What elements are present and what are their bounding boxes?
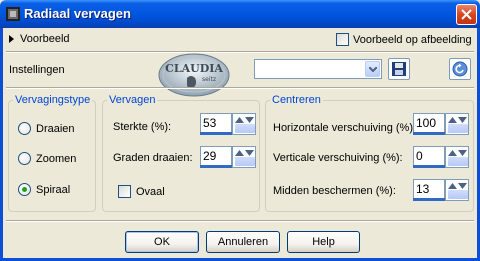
degrees-spin-buttons[interactable] [232,146,256,168]
radio-zoomen[interactable]: Zoomen [18,152,76,165]
svg-text:seitz: seitz [202,76,216,83]
blur-type-legend: Vervagingstype [15,94,91,106]
spin-down-icon [245,150,254,156]
preview-on-image-box[interactable] [336,33,349,46]
spin-up-icon [235,117,244,123]
horizontal-offset-label: Horizontale verschuiving (%): [273,122,417,134]
expand-triangle-icon [9,35,14,43]
strength-spin-buttons[interactable] [232,113,256,135]
degrees-label: Graden draaien: [113,152,193,164]
app-icon [6,7,20,21]
save-preset-button[interactable] [388,58,410,80]
strength-slider-bar[interactable] [200,132,232,135]
protect-center-label: Midden beschermen (%): [273,185,396,197]
protect-center-spin-buttons[interactable] [445,179,469,201]
spin-slider-icon[interactable] [448,124,468,133]
vertical-offset-spin-buttons[interactable] [445,146,469,168]
settings-label: Instellingen [9,64,65,76]
radio-zoomen-circle[interactable] [18,152,31,165]
close-icon [461,9,472,20]
separator-top [6,51,474,53]
radio-draaien-label: Draaien [36,122,75,135]
spin-down-icon [245,117,254,123]
spin-down-icon [458,183,467,189]
chevron-down-icon [369,67,377,72]
help-button[interactable]: Help [287,231,360,253]
blur-legend: Vervagen [109,94,156,106]
reset-icon [452,61,468,77]
degrees-slider-bar[interactable] [200,165,232,168]
strength-label: Sterkte (%): [113,121,172,133]
vertical-offset-label: Verticale verschuiving (%): [273,152,403,164]
spin-up-icon [448,150,457,156]
cancel-button[interactable]: Annuleren [206,231,280,253]
spin-down-icon [458,117,467,123]
title-bar: Radiaal vervagen [0,0,480,28]
preset-dropdown[interactable] [254,59,382,79]
preview-toggle-label: Voorbeeld [20,33,70,45]
spin-up-icon [448,183,457,189]
svg-text:CLAUDIA: CLAUDIA [165,62,223,75]
spin-slider-icon[interactable] [235,124,255,133]
radio-spiraal-circle[interactable] [18,183,31,196]
radio-spiraal-label: Spiraal [36,183,71,196]
preview-on-image-label: Voorbeeld op afbeelding [353,33,472,46]
spin-slider-icon[interactable] [448,157,468,166]
preview-toggle[interactable]: Voorbeeld [9,33,70,45]
spin-up-icon [448,117,457,123]
preview-on-image-checkbox[interactable]: Voorbeeld op afbeelding [336,33,472,46]
close-button[interactable] [456,4,477,25]
spin-down-icon [458,150,467,156]
reset-button[interactable] [449,58,471,80]
oval-checkbox-label: Ovaal [136,185,165,198]
protect-center-slider-bar[interactable] [413,198,445,201]
oval-checkbox-box[interactable] [118,185,131,198]
radio-draaien-circle[interactable] [18,122,31,135]
ok-button[interactable]: OK [125,231,199,253]
preset-dropdown-button[interactable] [365,61,380,77]
spin-slider-icon[interactable] [235,157,255,166]
center-legend: Centreren [272,94,321,106]
floppy-disk-icon [392,62,406,76]
separator-bottom [6,220,474,222]
oval-checkbox[interactable]: Ovaal [118,185,165,198]
separator-middle [6,87,474,89]
radio-zoomen-label: Zoomen [36,152,77,165]
horizontal-offset-spin-buttons[interactable] [445,113,469,135]
spin-up-icon [235,150,244,156]
radio-spiraal[interactable]: Spiraal [18,183,70,196]
vertical-offset-slider-bar[interactable] [413,165,445,168]
claudia-logo: CLAUDIA seitz [158,53,230,97]
radio-draaien[interactable]: Draaien [18,122,75,135]
window-title: Radiaal vervagen [24,6,131,21]
horizontal-offset-slider-bar[interactable] [413,132,445,135]
spin-slider-icon[interactable] [448,190,468,199]
